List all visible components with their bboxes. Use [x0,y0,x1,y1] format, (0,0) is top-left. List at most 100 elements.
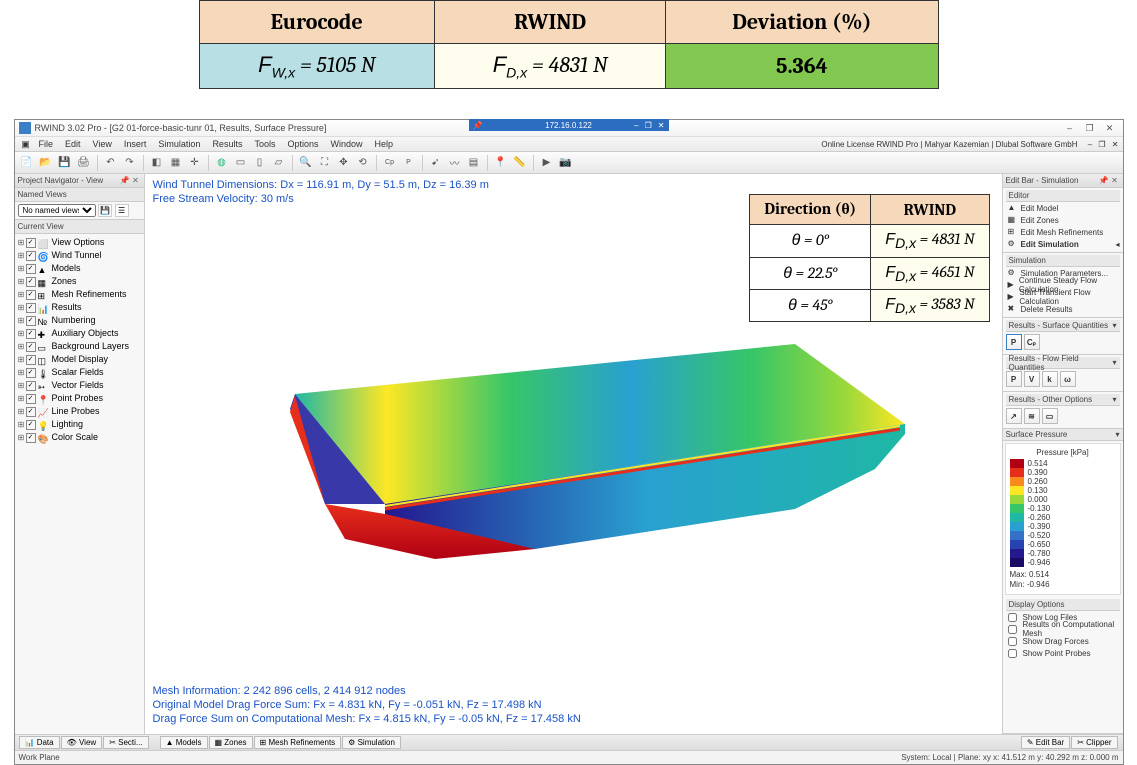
zoom-in-icon[interactable]: 🔍 [298,155,314,171]
tree-item-point-probes[interactable]: ⊞✓📍Point Probes [15,392,144,405]
tree-item-background-layers[interactable]: ⊞✓▭Background Layers [15,340,144,353]
view-front-icon[interactable]: ▭ [233,155,249,171]
rotate-icon[interactable]: ⟲ [355,155,371,171]
tree-item-numbering[interactable]: ⊞✓№Numbering [15,314,144,327]
pan-icon[interactable]: ✥ [336,155,352,171]
results-p-icon[interactable]: P [401,155,417,171]
probe-icon[interactable]: 📍 [493,155,509,171]
tab-sections[interactable]: ✂ Secti... [103,736,148,749]
menu-tools[interactable]: Tools [248,139,281,150]
zoom-fit-icon[interactable]: ⛶ [317,155,333,171]
minimize-button[interactable]: – [1061,123,1079,134]
tab-models[interactable]: ▲ Models [160,736,208,749]
mdi-close-icon[interactable]: ✕ [1112,140,1119,149]
remote-close-icon[interactable]: ✕ [658,121,665,130]
menu-window[interactable]: Window [325,139,369,150]
viewport-3d[interactable]: Wind Tunnel Dimensions: Dx = 116.91 m, D… [145,174,1003,734]
result-p-button[interactable]: P [1006,334,1022,350]
mdi-icon[interactable]: ▣ [19,139,33,150]
open-icon[interactable]: 📂 [38,155,54,171]
vector-icon[interactable]: ➹ [428,155,444,171]
mdi-min-icon[interactable]: – [1088,140,1092,149]
display-option-show-point-probes[interactable]: Show Point Probes [1006,647,1120,659]
tab-view[interactable]: 👁 View [61,736,103,749]
tree-item-wind-tunnel[interactable]: ⊞✓🌀Wind Tunnel [15,249,144,262]
close-button[interactable]: ✕ [1101,123,1119,134]
editor-item-edit-mesh-refinements[interactable]: ⊞Edit Mesh Refinements [1006,226,1120,238]
navigator-tree[interactable]: ⊞✓⬜View Options⊞✓🌀Wind Tunnel⊞✓▲Models⊞✓… [15,234,144,734]
flow-w-button[interactable]: ω [1060,371,1076,387]
flow-p-button[interactable]: P [1006,371,1022,387]
tree-item-models[interactable]: ⊞✓▲Models [15,262,144,275]
menu-view[interactable]: View [87,139,118,150]
tab-clipper[interactable]: ✂ Clipper [1071,736,1117,749]
animate-icon[interactable]: ▶ [539,155,555,171]
other-2-button[interactable]: ≋ [1024,408,1040,424]
tree-item-vector-fields[interactable]: ⊞✓➳Vector Fields [15,379,144,392]
editor-item-edit-zones[interactable]: ▦Edit Zones [1006,214,1120,226]
manage-views-icon[interactable]: ☰ [115,204,129,217]
view-cube-icon[interactable]: ◍ [214,155,230,171]
menu-edit[interactable]: Edit [59,139,87,150]
result-cp-button[interactable]: Cₚ [1024,334,1040,350]
menu-help[interactable]: Help [369,139,400,150]
remote-connection-bar[interactable]: 📌 172.16.0.122 – ❐ ✕ [469,119,669,131]
colorbar-row: 0.390 [1010,468,1116,477]
tree-item-lighting[interactable]: ⊞✓💡Lighting [15,418,144,431]
menu-file[interactable]: File [33,139,60,150]
tree-item-line-probes[interactable]: ⊞✓📈Line Probes [15,405,144,418]
close-panel-icon[interactable]: ✕ [131,176,141,185]
tree-item-zones[interactable]: ⊞✓▦Zones [15,275,144,288]
dir-header-rwind: RWIND [871,195,989,225]
close-icon[interactable]: ✕ [1110,176,1120,185]
pin-panel-icon[interactable]: 📌 [120,176,130,185]
tab-data[interactable]: 📊 Data [19,736,60,749]
editor-item-edit-simulation[interactable]: ⚙Edit Simulation◂ [1006,238,1120,250]
tab-mesh-refinements[interactable]: ⊞ Mesh Refinements [254,736,342,749]
save-view-icon[interactable]: 💾 [98,204,112,217]
flow-k-button[interactable]: k [1042,371,1058,387]
display-option-results-on-computational-mesh[interactable]: Results on Computational Mesh [1006,623,1120,635]
pin-icon[interactable]: 📌 [473,121,483,130]
view-top-icon[interactable]: ▱ [271,155,287,171]
sim-item-start-transient-flow-calculation[interactable]: ▶Start Transient Flow Calculation [1006,291,1120,303]
pin-icon[interactable]: 📌 [1099,176,1109,185]
other-3-button[interactable]: ▭ [1042,408,1058,424]
new-icon[interactable]: 📄 [19,155,35,171]
redo-icon[interactable]: ↷ [122,155,138,171]
mdi-restore-icon[interactable]: ❐ [1098,140,1105,149]
tree-item-auxiliary-objects[interactable]: ⊞✓✚Auxiliary Objects [15,327,144,340]
undo-icon[interactable]: ↶ [103,155,119,171]
tree-item-mesh-refinements[interactable]: ⊞✓⊞Mesh Refinements [15,288,144,301]
tree-item-results[interactable]: ⊞✓📊Results [15,301,144,314]
print-icon[interactable]: 🖨 [76,155,92,171]
snapshot-icon[interactable]: 📷 [558,155,574,171]
save-icon[interactable]: 💾 [57,155,73,171]
tree-item-color-scale[interactable]: ⊞✓🎨Color Scale [15,431,144,444]
view-side-icon[interactable]: ▯ [252,155,268,171]
remote-restore-icon[interactable]: ❐ [645,121,652,130]
editor-item-edit-model[interactable]: ▲Edit Model [1006,202,1120,214]
menu-insert[interactable]: Insert [118,139,153,150]
menu-results[interactable]: Results [206,139,248,150]
menu-simulation[interactable]: Simulation [152,139,206,150]
tree-item-model-display[interactable]: ⊞✓◫Model Display [15,353,144,366]
remote-min-icon[interactable]: – [634,121,638,130]
cube-icon[interactable]: ◧ [149,155,165,171]
tree-item-scalar-fields[interactable]: ⊞✓🌡Scalar Fields [15,366,144,379]
flow-v-button[interactable]: V [1024,371,1040,387]
tab-simulation[interactable]: ⚙ Simulation [342,736,401,749]
named-views-select[interactable]: No named views [18,204,96,217]
slice-icon[interactable]: ▤ [466,155,482,171]
tab-edit-bar[interactable]: ✎ Edit Bar [1021,736,1070,749]
maximize-button[interactable]: ❐ [1081,123,1099,134]
results-cp-icon[interactable]: Cp [382,155,398,171]
stream-icon[interactable]: 〰 [447,155,463,171]
axes-icon[interactable]: ✛ [187,155,203,171]
tree-item-view-options[interactable]: ⊞✓⬜View Options [15,236,144,249]
menu-options[interactable]: Options [281,139,324,150]
tab-zones[interactable]: ▦ Zones [209,736,253,749]
measure-icon[interactable]: 📏 [512,155,528,171]
grid-icon[interactable]: ▦ [168,155,184,171]
other-1-button[interactable]: ↗ [1006,408,1022,424]
